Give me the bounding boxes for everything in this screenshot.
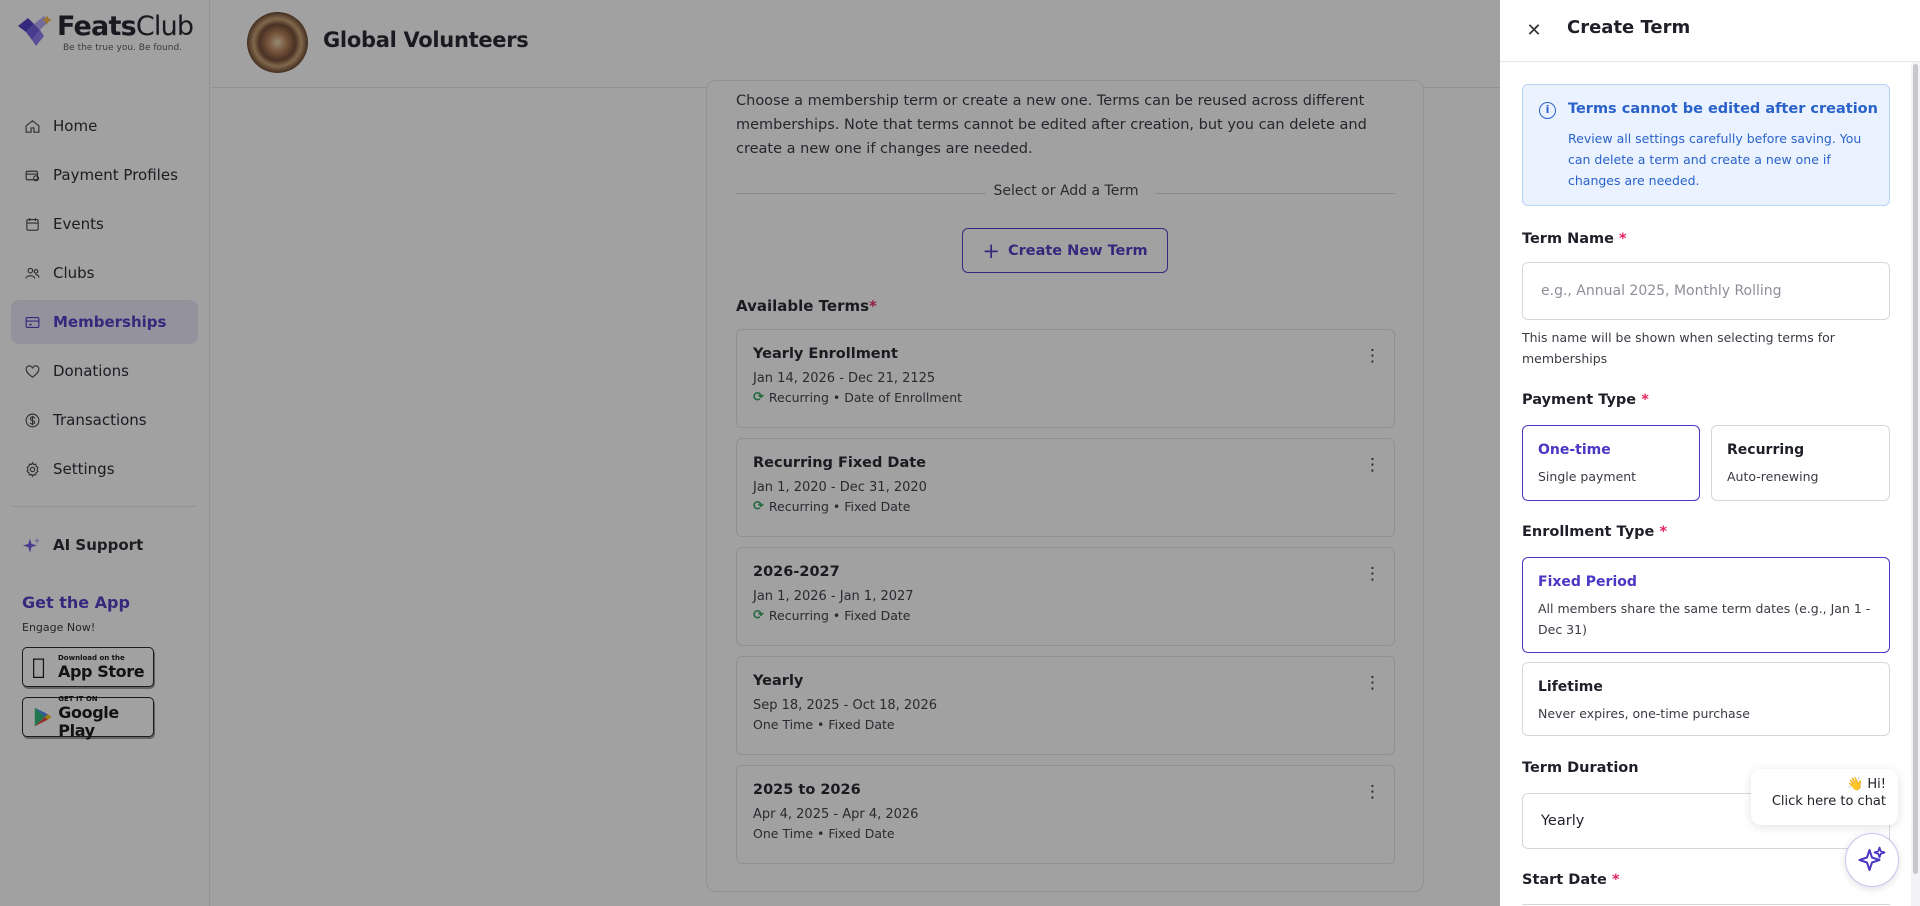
enrollment-type-lifetime[interactable]: Lifetime Never expires, one-time purchas… (1522, 662, 1890, 736)
option-title: Fixed Period (1538, 574, 1637, 590)
option-subtitle: All members share the same term dates (e… (1538, 601, 1871, 637)
option-subtitle: Never expires, one-time purchase (1538, 706, 1750, 721)
term-duration-value: Yearly (1541, 813, 1585, 829)
term-name-input[interactable] (1522, 262, 1890, 320)
payment-type-label: Payment Type * (1522, 392, 1649, 408)
option-subtitle: Single payment (1538, 469, 1637, 484)
term-duration-label: Term Duration (1522, 760, 1639, 776)
required-asterisk: * (1619, 231, 1627, 247)
option-title: Lifetime (1538, 679, 1603, 695)
info-alert: i Terms cannot be edited after creation … (1522, 84, 1890, 206)
payment-type-label-text: Payment Type (1522, 392, 1637, 408)
enrollment-type-fixed-period[interactable]: Fixed Period All members share the same … (1522, 557, 1890, 653)
payment-type-one-time[interactable]: One-time Single payment (1522, 425, 1700, 501)
chat-bubble[interactable]: 👋 Hi! Click here to chat (1751, 769, 1898, 825)
required-asterisk: * (1611, 872, 1620, 888)
option-subtitle: Auto-renewing (1727, 469, 1819, 484)
start-date-label-text: Start Date (1522, 872, 1607, 888)
term-name-helper: This name will be shown when selecting t… (1522, 330, 1835, 366)
info-alert-body: Review all settings carefully before sav… (1568, 131, 1862, 188)
required-asterisk: * (1641, 392, 1649, 408)
info-alert-title: Terms cannot be edited after creation (1568, 101, 1878, 117)
sparkle-icon (1858, 846, 1886, 871)
option-title: Recurring (1727, 442, 1805, 458)
chat-launcher-button[interactable] (1845, 833, 1899, 887)
option-title: One-time (1538, 442, 1611, 458)
drawer-header: ✕ Create Term (1500, 0, 1920, 62)
required-asterisk: * (1659, 524, 1668, 540)
chat-greeting: 👋 Hi! (1847, 777, 1886, 792)
payment-type-recurring[interactable]: Recurring Auto-renewing (1711, 425, 1890, 501)
start-date-label: Start Date * (1522, 872, 1620, 888)
info-icon: i (1539, 102, 1556, 119)
chat-prompt: Click here to chat (1771, 794, 1886, 809)
term-name-label-text: Term Name (1522, 231, 1614, 247)
close-icon[interactable]: ✕ (1522, 18, 1546, 42)
scrollbar-thumb[interactable] (1913, 64, 1918, 874)
term-name-label: Term Name * (1522, 231, 1627, 247)
enrollment-type-label-text: Enrollment Type (1522, 524, 1655, 540)
enrollment-type-label: Enrollment Type * (1522, 524, 1667, 540)
drawer-title: Create Term (1567, 17, 1691, 38)
